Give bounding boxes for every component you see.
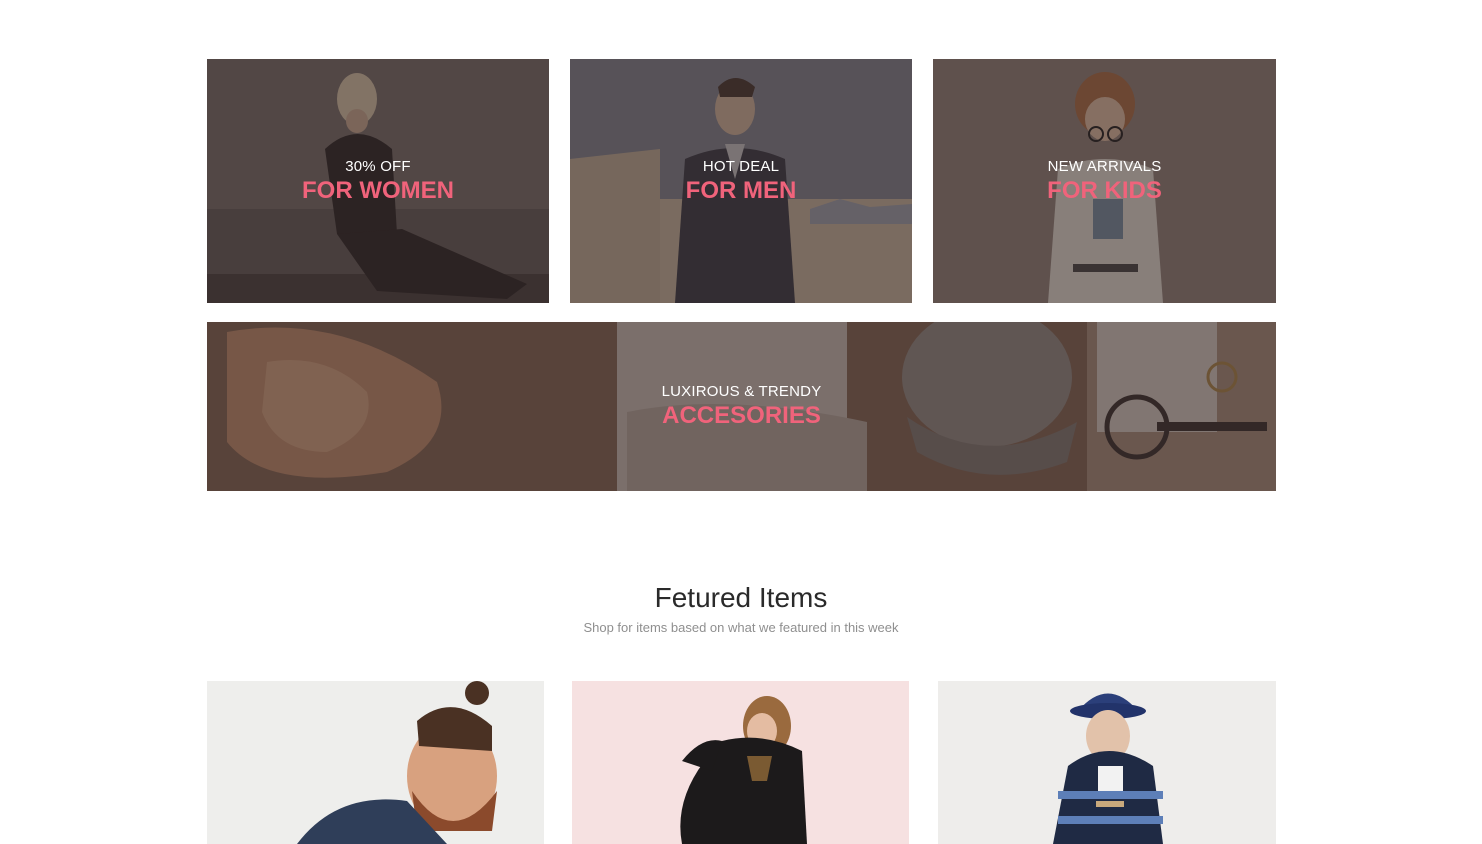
category-tile-accessories[interactable]: LUXIROUS & TRENDY ACCESORIES [207,322,1276,491]
tile-caption: HOT DEAL FOR MEN [570,158,912,206]
tile-title: ACCESORIES [662,402,821,429]
woman-in-black-coat-photo [572,681,909,844]
tile-title: FOR MEN [685,177,797,204]
tile-caption: LUXIROUS & TRENDY ACCESORIES [207,383,1276,431]
tile-eyebrow: NEW ARRIVALS [1047,158,1162,175]
category-tile-men[interactable]: HOT DEAL FOR MEN [570,59,912,303]
section-subtitle: Shop for items based on what we featured… [583,620,899,635]
tile-title: FOR WOMEN [302,177,454,204]
tile-caption: 30% OFF FOR WOMEN [207,158,549,206]
section-title: Fetured Items [654,582,828,613]
product-card[interactable] [938,681,1276,844]
tile-caption: NEW ARRIVALS FOR KIDS [933,158,1276,206]
featured-header: Fetured Items Shop for items based on wh… [0,580,1482,636]
page: 30% OFF FOR WOMEN HOT DEAL FOR MEN NEW A… [0,0,1482,844]
tile-title: FOR KIDS [1047,177,1162,204]
category-tile-kids[interactable]: NEW ARRIVALS FOR KIDS [933,59,1276,303]
tile-eyebrow: HOT DEAL [702,158,780,175]
product-card[interactable] [207,681,544,844]
man-in-bucket-hat-photo [938,681,1276,844]
product-card[interactable] [572,681,909,844]
category-tile-women[interactable]: 30% OFF FOR WOMEN [207,59,549,303]
tile-eyebrow: LUXIROUS & TRENDY [661,383,822,400]
tile-eyebrow: 30% OFF [345,158,411,175]
man-with-beard-photo [207,681,544,844]
